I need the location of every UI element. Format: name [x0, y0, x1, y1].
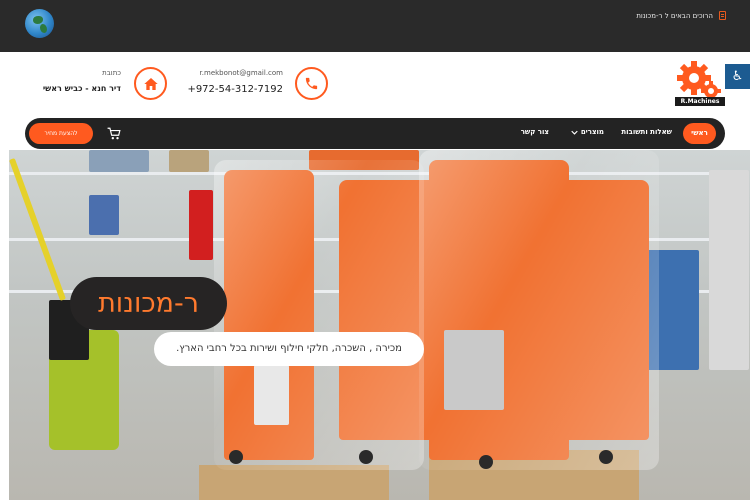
home-icon — [143, 77, 158, 90]
cart-icon[interactable] — [107, 127, 121, 140]
nav-item-products[interactable]: מוצרים — [571, 128, 604, 136]
nav-item-contact[interactable]: צור קשר — [521, 128, 549, 136]
accessibility-icon: ♿ — [731, 69, 744, 84]
document-icon — [719, 11, 726, 20]
address-label: כתובת — [102, 69, 121, 77]
phone-icon — [305, 77, 318, 90]
hero-title: ר-מכונות — [70, 277, 227, 330]
nav-item-home[interactable]: ראשי — [683, 123, 716, 144]
phone-number[interactable]: +972-54-312-7192 — [187, 84, 283, 95]
nav-item-products-label: מוצרים — [580, 128, 604, 136]
chevron-down-icon — [571, 130, 578, 135]
address-text: דיר חנא - כביש ראשי — [42, 84, 121, 93]
top-notice-text: הרוכים הבאים ל ר-מכונות — [636, 11, 713, 20]
globe-icon[interactable] — [25, 9, 54, 38]
nav-item-faq[interactable]: שאלות ותשובות — [621, 128, 672, 136]
phone-icon-button[interactable] — [295, 67, 328, 100]
accessibility-button[interactable]: ♿ — [725, 64, 750, 89]
hero-subtitle: מכירה , השכרה, חלקי חילוף ושירות בכל רחב… — [154, 332, 424, 366]
quote-button[interactable]: להצעת מחיר — [29, 123, 93, 144]
home-icon-button[interactable] — [134, 67, 167, 100]
email-text[interactable]: r.mekbonot@gmail.com — [200, 69, 283, 77]
top-bar: הרוכים הבאים ל ר-מכונות — [0, 0, 750, 52]
top-notice: הרוכים הבאים ל ר-מכונות — [636, 11, 726, 20]
main-nav: ראשי שאלות ותשובות מוצרים צור קשר להצעת … — [25, 118, 725, 149]
logo-text: R.Machines — [675, 97, 725, 106]
